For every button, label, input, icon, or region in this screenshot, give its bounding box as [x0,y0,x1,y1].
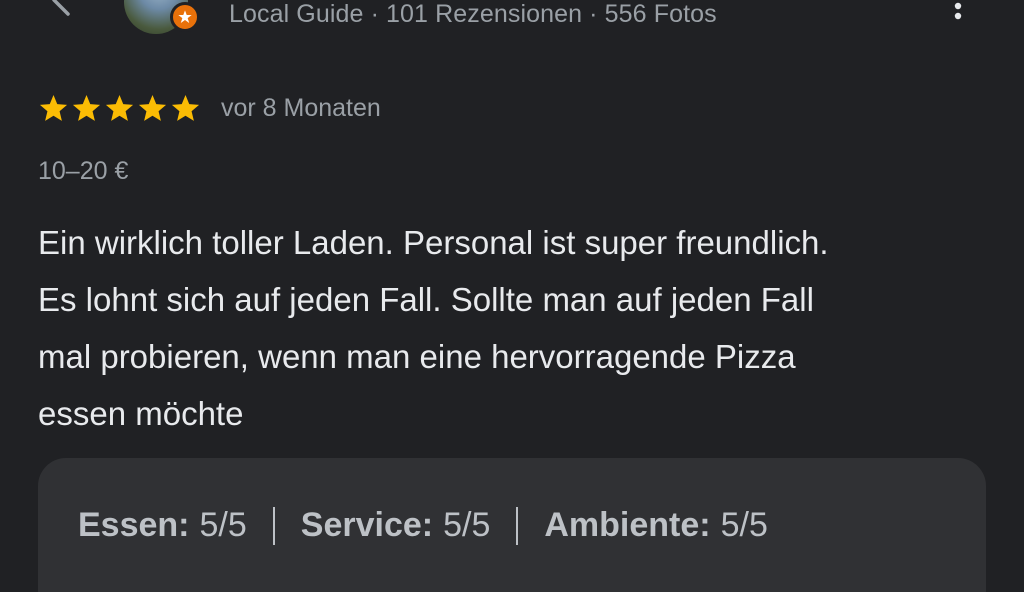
review-screen: Local Guide · 101 Rezensionen · 556 Foto… [0,0,1024,592]
service-label: Service: [300,506,434,544]
star-icon [138,94,167,121]
star-icon [72,94,101,121]
star-icon [171,94,200,121]
more-vert-icon [954,2,962,20]
chevron-left-icon [52,0,70,16]
ambience-label: Ambiente: [544,506,711,544]
local-guide-star-icon [178,10,192,23]
reviewer-meta: Local Guide · 101 Rezensionen · 556 Foto… [229,0,717,28]
divider [516,506,519,545]
service-value: 5/5 [443,506,491,544]
sub-ratings: Essen: 5/5 Service: 5/5 Ambiente: 5/5 [78,506,768,545]
local-guide-badge [170,2,200,32]
star-icon [105,94,134,121]
star-rating [38,93,201,124]
review-text: Ein wirklich toller Laden. Personal ist … [38,214,998,442]
food-label: Essen: [78,506,190,544]
divider [272,506,275,545]
back-button[interactable] [40,0,80,20]
review-text-line: essen möchte [38,395,244,432]
review-text-line: mal probieren, wenn man eine hervorragen… [38,338,796,375]
food-value: 5/5 [199,506,247,544]
more-options-button[interactable] [946,0,970,22]
rating-row: vor 8 Monaten [38,92,381,124]
review-text-line: Ein wirklich toller Laden. Personal ist … [38,224,829,261]
star-icon [39,94,68,121]
review-date: vor 8 Monaten [221,93,381,122]
sub-ratings-card: Essen: 5/5 Service: 5/5 Ambiente: 5/5 [38,458,986,592]
review-text-line: Es lohnt sich auf jeden Fall. Sollte man… [38,281,814,318]
ambience-value: 5/5 [720,506,768,544]
price-range: 10–20 € [38,157,129,185]
